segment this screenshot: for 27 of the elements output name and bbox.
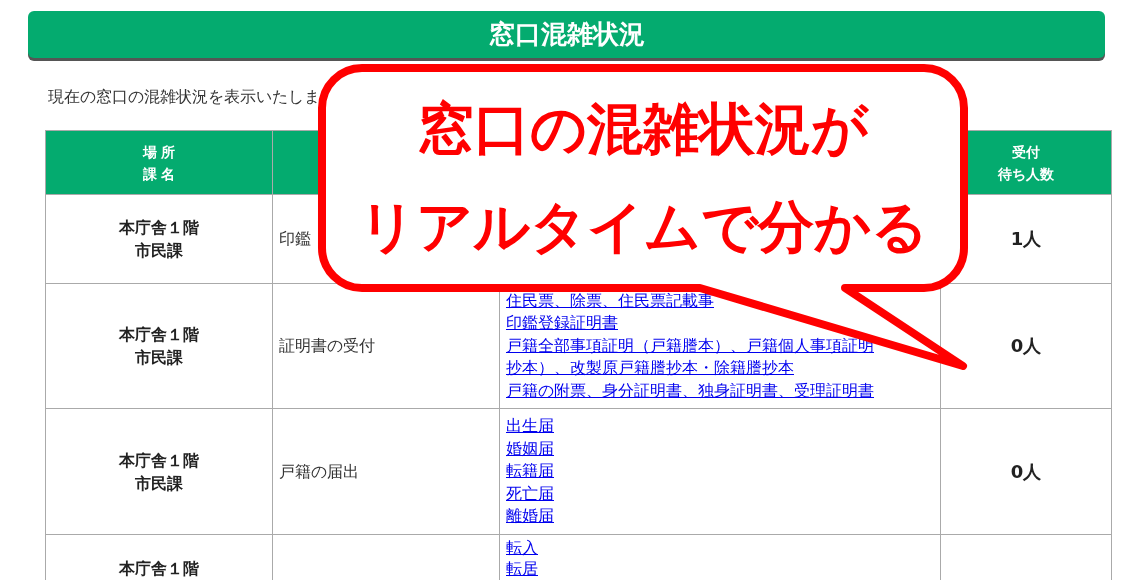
column-header: 場 所 課 名 (142, 142, 176, 184)
location-text: 本庁舎１階 市民課 (119, 449, 199, 495)
document-link[interactable]: 戸籍の附票、身分証明書、独身証明書、受理証明書 (506, 379, 874, 403)
page-title-bar: 窓口混雑状況 (28, 11, 1105, 58)
waiting-count: 0人 (1010, 459, 1042, 484)
callout-text: 窓口の混雑状況が (418, 95, 868, 163)
callout-text: リアルタイムで分かる (358, 193, 928, 261)
document-link[interactable]: 転入 (506, 538, 538, 559)
column-header: 受付 待ち人数 (998, 142, 1054, 184)
waiting-count: 0人 (1010, 334, 1042, 358)
document-link[interactable]: 出生届 (506, 415, 554, 438)
waiting-count: 1人 (1010, 227, 1042, 251)
document-link[interactable]: 離婚届 (506, 505, 554, 528)
document-link[interactable]: 転籍届 (506, 460, 554, 483)
location-text: 本庁舎１階 市民課 (119, 324, 199, 369)
document-link[interactable]: 抄本）、改製原戸籍謄抄本・除籍謄抄本 (506, 357, 794, 380)
description-text: 現在の窓口の混雑状況を表示いたしま (48, 87, 320, 108)
document-link[interactable]: 死亡届 (506, 482, 554, 506)
document-link[interactable]: 住民票、除票、住民票記載事 (506, 289, 714, 313)
document-link[interactable]: 転居 (506, 559, 538, 580)
service-text: 印鑑 (279, 229, 311, 250)
location-text: 本庁舎１階 (119, 558, 199, 580)
service-text: 戸籍の届出 (279, 461, 359, 483)
document-link[interactable]: 婚姻届 (506, 437, 554, 461)
location-text: 本庁舎１階 市民課 (119, 217, 199, 262)
service-text: 証明書の受付 (279, 336, 375, 357)
document-link[interactable]: 印鑑登録証明書 (506, 312, 618, 335)
